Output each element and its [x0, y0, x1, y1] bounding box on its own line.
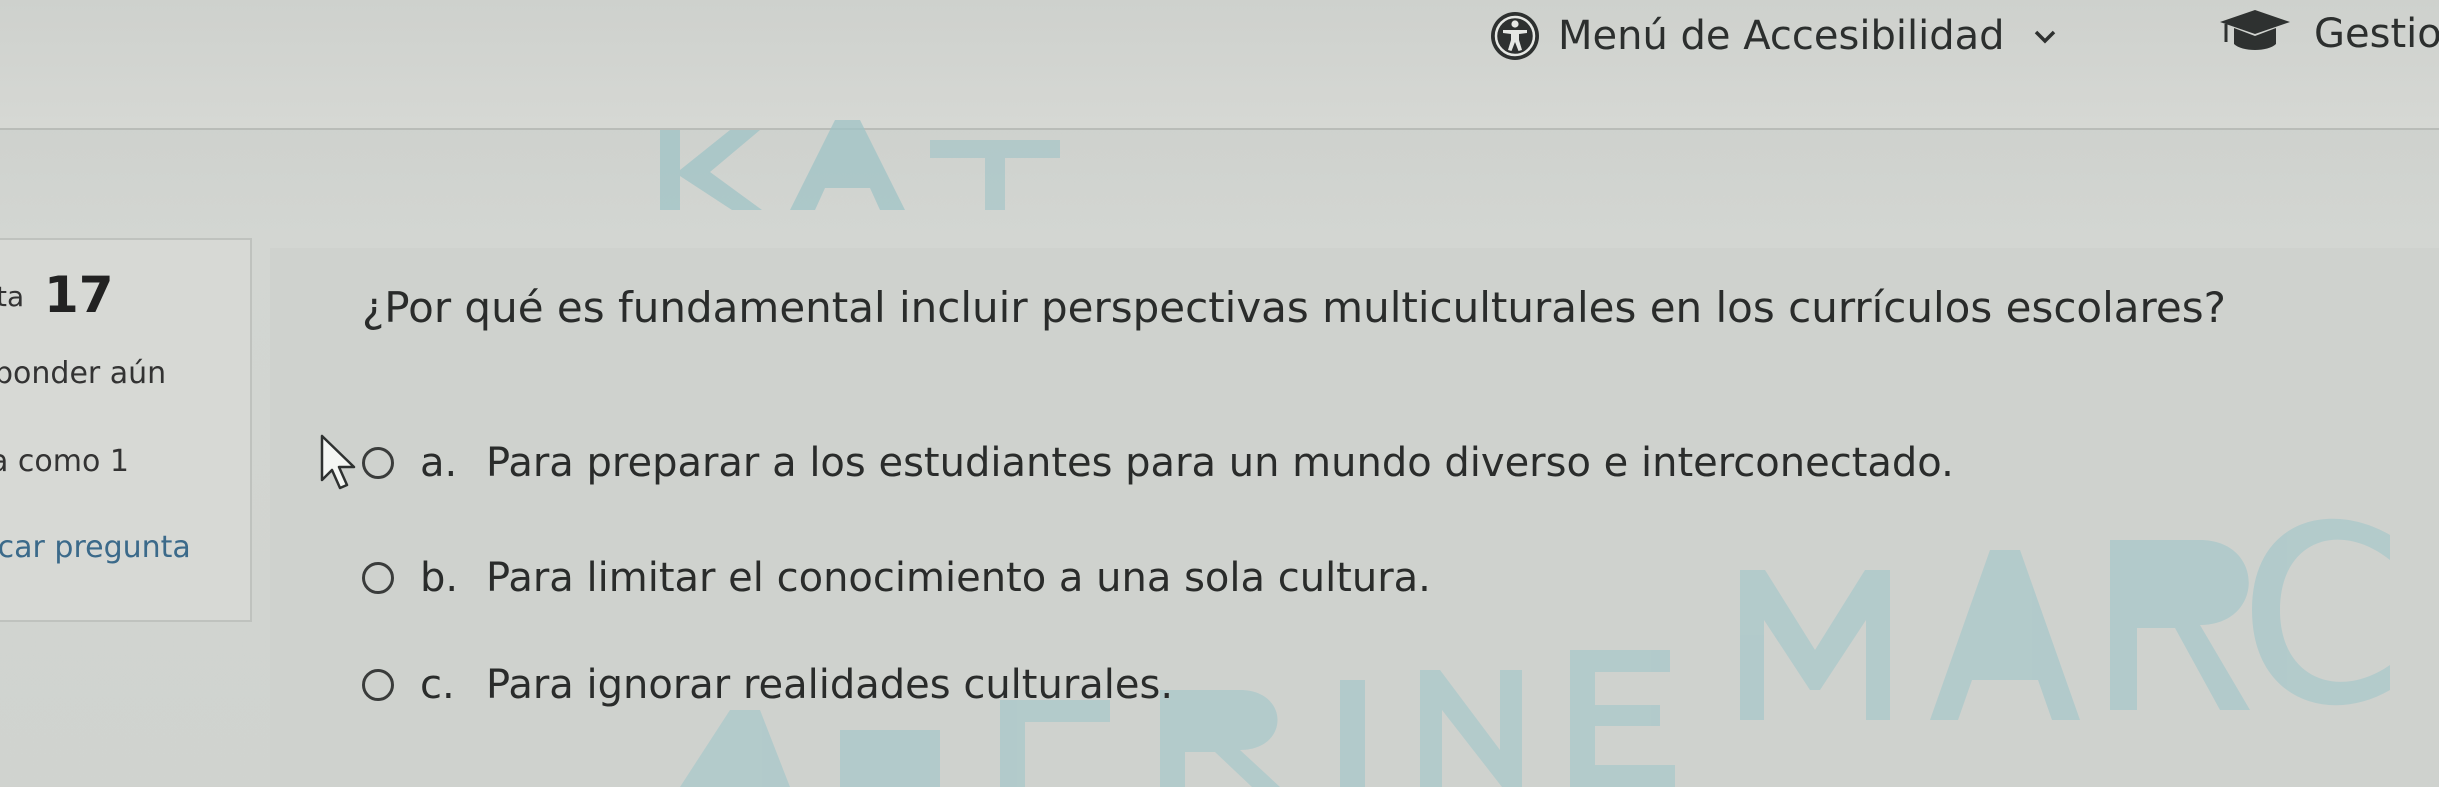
option-letter-b: b.	[420, 555, 459, 601]
accessibility-menu-button[interactable]: Menú de Accesibilidad	[1490, 6, 2058, 66]
option-letter-c: c.	[420, 662, 455, 708]
option-letter-a: a.	[420, 440, 458, 486]
accessibility-icon	[1490, 11, 1540, 61]
question-text: ¿Por qué es fundamental incluir perspect…	[362, 283, 2226, 332]
radio-button-a[interactable]	[362, 447, 394, 479]
chevron-down-icon	[2032, 23, 2058, 49]
mouse-cursor-icon	[320, 434, 356, 490]
radio-button-c[interactable]	[362, 669, 394, 701]
answer-option-a[interactable]: a. Para preparar a los estudiantes para …	[362, 440, 1954, 486]
flag-question-link[interactable]: rcar pregunta	[0, 530, 191, 565]
answer-option-c[interactable]: c. Para ignorar realidades culturales.	[362, 662, 1173, 708]
watermark-graphic	[660, 120, 1060, 210]
graduation-cap-icon	[2218, 8, 2292, 60]
option-text-c: Para ignorar realidades culturales.	[486, 662, 1174, 708]
radio-button-b[interactable]	[362, 562, 394, 594]
question-number: 17	[44, 266, 114, 324]
answer-option-b[interactable]: b. Para limitar el conocimiento a una so…	[362, 555, 1431, 601]
top-navbar	[0, 0, 2439, 130]
watermark-text-graphic	[680, 518, 2390, 787]
option-text-a: Para preparar a los estudiantes para un …	[486, 440, 1954, 486]
question-marks: a como 1	[0, 444, 129, 479]
manage-menu-button[interactable]: Gestio	[2218, 4, 2439, 64]
option-text-b: Para limitar el conocimiento a una sola …	[486, 555, 1431, 601]
question-status: ponder aún	[0, 356, 167, 391]
question-label-prefix: ta	[0, 280, 25, 313]
manage-menu-label: Gestio	[2314, 11, 2439, 57]
accessibility-menu-label: Menú de Accesibilidad	[1558, 13, 2005, 59]
